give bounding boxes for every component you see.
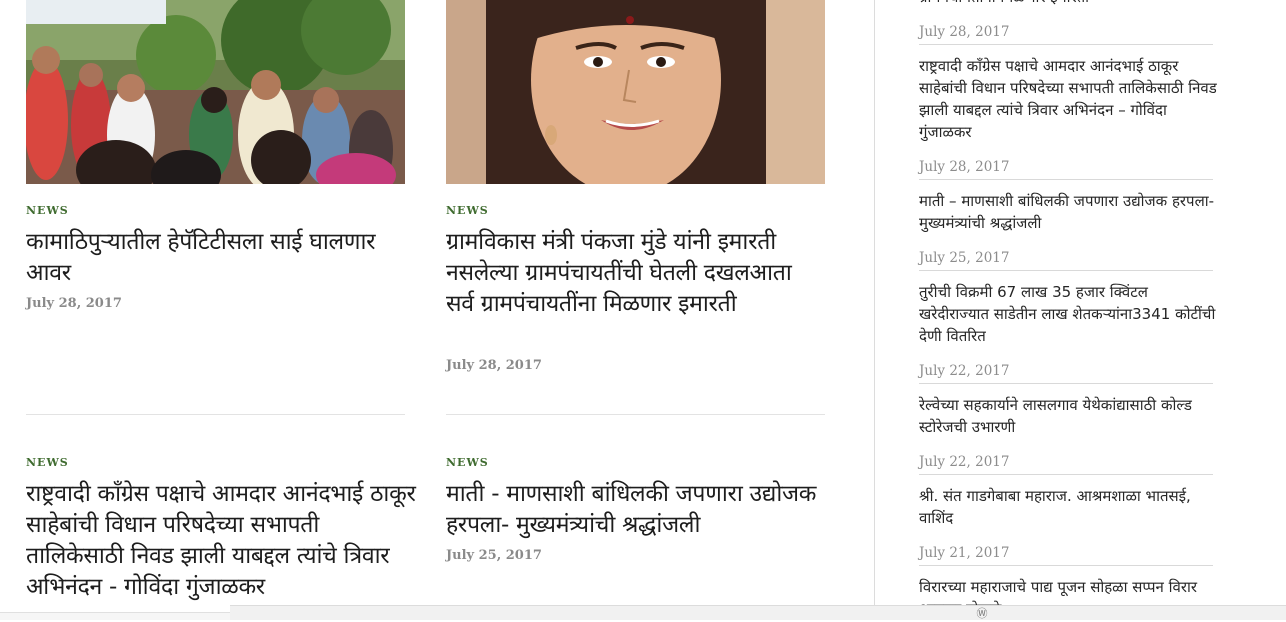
post-date: July 28, 2017 <box>446 358 542 373</box>
post-category[interactable]: NEWS <box>26 204 69 217</box>
post-title[interactable]: माती - माणसाशी बांधिलकी जपणारा उद्योजक ह… <box>446 479 826 541</box>
bottom-toolbar <box>230 605 1286 620</box>
wordpress-icon[interactable]: Ⓦ <box>974 606 990 622</box>
sidebar-divider <box>874 0 875 619</box>
post-date: July 25, 2017 <box>446 548 542 563</box>
row-divider <box>26 414 405 415</box>
sidebar-post-link[interactable]: रेल्वेच्या सहकार्याने लासलगाव येथेकांद्य… <box>919 394 1219 438</box>
sidebar-post-link[interactable]: तुरीची विक्रमी 67 लाख 35 हजार क्विंटल खर… <box>919 281 1219 347</box>
sidebar-post-date: July 21, 2017 <box>919 545 1213 566</box>
post-thumbnail[interactable] <box>26 0 405 184</box>
sidebar-post-link[interactable]: ग्रामपंचायतींना मिळणार इमारती <box>919 0 1219 8</box>
sidebar-post-date: July 22, 2017 <box>919 363 1213 384</box>
post-card[interactable]: NEWS राष्ट्रवादी काँग्रेस पक्षाचे आमदार … <box>26 456 416 616</box>
sidebar-post-date: July 22, 2017 <box>919 454 1213 475</box>
sidebar-post-date: July 28, 2017 <box>919 24 1213 45</box>
post-category[interactable]: NEWS <box>446 456 489 469</box>
sidebar-post-date: July 28, 2017 <box>919 159 1213 180</box>
post-title[interactable]: राष्ट्रवादी काँग्रेस पक्षाचे आमदार आनंदभ… <box>26 479 416 603</box>
post-card[interactable]: NEWS ग्रामविकास मंत्री पंकजा मुंडे यांनी… <box>446 0 825 380</box>
post-category[interactable]: NEWS <box>446 204 489 217</box>
sidebar-post-link[interactable]: श्री. संत गाडगेबाबा महाराज. आश्रमशाळा भा… <box>919 485 1219 529</box>
post-category[interactable]: NEWS <box>26 456 69 469</box>
post-title[interactable]: कामाठिपुऱ्यातील हेपॅटिटीसला साई घालणार आ… <box>26 227 386 289</box>
post-thumbnail[interactable] <box>446 0 825 184</box>
sidebar-post-link[interactable]: माती – माणसाशी बांधिलकी जपणारा उद्योजक ह… <box>919 190 1219 234</box>
post-title[interactable]: ग्रामविकास मंत्री पंकजा मुंडे यांनी इमार… <box>446 227 821 320</box>
sidebar-post-date: July 25, 2017 <box>919 250 1213 271</box>
row-divider <box>446 414 825 415</box>
post-date: July 28, 2017 <box>26 296 122 311</box>
post-card[interactable]: NEWS कामाठिपुऱ्यातील हेपॅटिटीसला साई घाल… <box>26 0 405 320</box>
sidebar-post-link[interactable]: राष्ट्रवादी काँग्रेस पक्षाचे आमदार आनंदभ… <box>919 55 1219 143</box>
post-card[interactable]: NEWS माती - माणसाशी बांधिलकी जपणारा उद्य… <box>446 456 825 576</box>
